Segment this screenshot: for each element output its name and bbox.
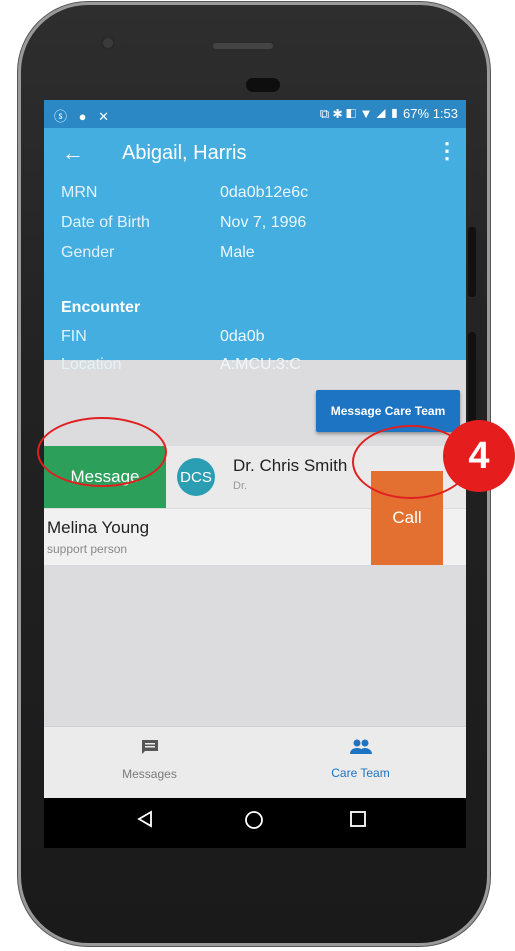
speaker-grille bbox=[213, 43, 273, 49]
mrn-label: MRN bbox=[61, 184, 98, 201]
fin-label: FIN bbox=[61, 328, 87, 345]
gender-value: Male bbox=[220, 244, 255, 261]
status-left-icons: ⓢ ● ✕ bbox=[54, 109, 113, 124]
message-icon bbox=[44, 739, 255, 761]
encounter-heading: Encounter bbox=[61, 299, 141, 316]
care-team-member-role: support person bbox=[47, 542, 128, 556]
message-highlight-circle bbox=[37, 417, 167, 487]
back-nav-icon[interactable] bbox=[136, 810, 154, 834]
more-options-icon[interactable]: ⋮ bbox=[436, 138, 458, 164]
recents-nav-icon[interactable] bbox=[349, 810, 367, 834]
patient-name-title: Abigail, Harris bbox=[122, 142, 247, 164]
dob-value: Nov 7, 1996 bbox=[220, 214, 307, 231]
avatar: DCS bbox=[177, 458, 215, 496]
status-right-icons: ⧉ ✱ ◧ ▼ ◢ ▮ 67% 1:53 bbox=[319, 106, 458, 121]
step-badge: 4 bbox=[443, 420, 515, 492]
message-care-team-button[interactable]: Message Care Team bbox=[316, 390, 460, 432]
mrn-value: 0da0b12e6c bbox=[220, 184, 309, 201]
tab-care-team-label: Care Team bbox=[331, 766, 390, 780]
fin-value: 0da0b bbox=[220, 328, 265, 345]
home-nav-icon[interactable] bbox=[244, 810, 264, 836]
care-team-member-role: Dr. bbox=[233, 480, 248, 492]
camera-icon bbox=[103, 38, 113, 48]
power-button bbox=[468, 227, 476, 297]
gender-label: Gender bbox=[61, 244, 115, 261]
tab-messages[interactable]: Messages bbox=[44, 727, 255, 798]
proximity-sensor bbox=[246, 78, 280, 92]
tab-care-team[interactable]: Care Team bbox=[255, 727, 466, 798]
android-nav-bar bbox=[44, 798, 466, 848]
care-team-member-name: Dr. Chris Smith bbox=[233, 456, 348, 475]
people-icon bbox=[255, 739, 466, 760]
patient-header: ← Abigail, Harris ⋮ MRN 0da0b12e6c Date … bbox=[44, 128, 466, 373]
care-team-member-name: Melina Young bbox=[47, 518, 150, 537]
dob-label: Date of Birth bbox=[61, 214, 150, 231]
location-label: Location bbox=[61, 356, 122, 373]
bottom-tab-bar: Messages Care Team bbox=[44, 726, 466, 798]
back-arrow-icon[interactable]: ← bbox=[62, 140, 84, 166]
tab-messages-label: Messages bbox=[122, 767, 177, 781]
location-value: A:MCU:3:C bbox=[220, 356, 301, 373]
status-bar: ⓢ ● ✕ ⧉ ✱ ◧ ▼ ◢ ▮ 67% 1:53 bbox=[44, 100, 466, 128]
